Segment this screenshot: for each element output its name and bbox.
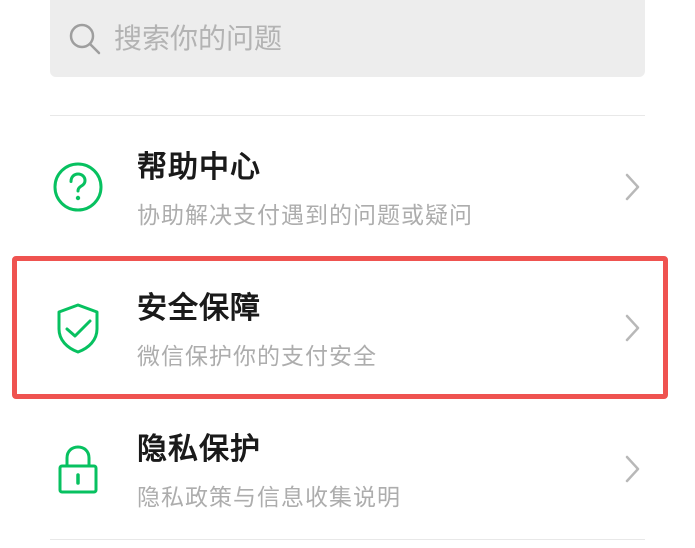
search-icon	[68, 22, 102, 56]
menu-item-help-center[interactable]: 帮助中心 协助解决支付遇到的问题或疑问	[50, 116, 645, 257]
payment-settings-page: 帮助中心 协助解决支付遇到的问题或疑问 安全保障 微信保护你的支付安全	[0, 0, 695, 548]
menu-item-title: 帮助中心	[137, 150, 261, 185]
shield-check-icon	[50, 257, 106, 398]
menu-item-description: 微信保护你的支付安全	[137, 344, 377, 370]
menu-item-title: 安全保障	[137, 291, 261, 326]
menu-list: 帮助中心 协助解决支付遇到的问题或疑问 安全保障 微信保护你的支付安全 隐私保护…	[50, 115, 645, 540]
chevron-right-icon	[625, 314, 640, 341]
lock-icon	[50, 398, 106, 539]
help-circle-icon	[50, 116, 106, 257]
menu-item-privacy[interactable]: 隐私保护 隐私政策与信息收集说明	[50, 398, 645, 539]
menu-item-title: 隐私保护	[137, 432, 261, 467]
search-input[interactable]	[114, 16, 574, 61]
menu-item-description: 协助解决支付遇到的问题或疑问	[137, 203, 473, 229]
menu-item-security[interactable]: 安全保障 微信保护你的支付安全	[50, 257, 645, 398]
search-bar[interactable]	[50, 0, 645, 77]
chevron-right-icon	[625, 173, 640, 200]
divider	[50, 539, 645, 540]
menu-item-description: 隐私政策与信息收集说明	[137, 485, 401, 511]
chevron-right-icon	[625, 455, 640, 482]
